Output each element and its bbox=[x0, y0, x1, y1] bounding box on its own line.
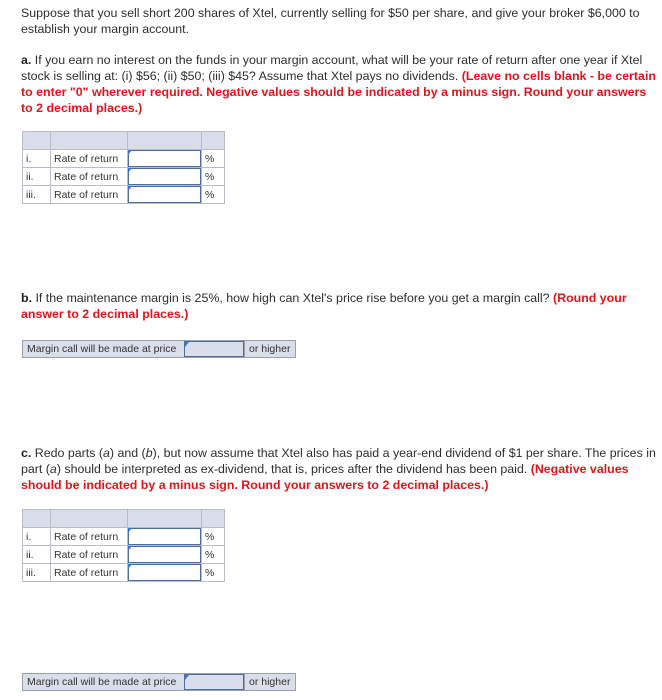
row-number: iii. bbox=[22, 185, 51, 204]
table-row: iii. Rate of return % bbox=[22, 563, 225, 582]
table-row: i. Rate of return % bbox=[22, 149, 225, 168]
dividend-rate-of-return-input-ii[interactable] bbox=[128, 546, 201, 563]
part-c-ref-a: a bbox=[49, 462, 57, 476]
part-c-return-table: i. Rate of return % ii. Rate of return %… bbox=[22, 509, 225, 582]
margin-call-label: Margin call will be made at price bbox=[27, 343, 177, 355]
row-number: i. bbox=[22, 149, 51, 168]
part-c-question: c. Redo parts (a) and (b), but now assum… bbox=[21, 445, 657, 493]
row-label: Rate of return bbox=[50, 167, 128, 186]
part-b-margin-call-row: Margin call will be made at price or hig… bbox=[22, 340, 296, 358]
unit-label: % bbox=[201, 545, 225, 564]
table-row: ii. Rate of return % bbox=[22, 167, 225, 186]
unit-label: % bbox=[201, 563, 225, 582]
part-b-lead: b. bbox=[21, 291, 33, 305]
row-number: ii. bbox=[22, 545, 51, 564]
part-b-question: b. If the maintenance margin is 25%, how… bbox=[21, 290, 657, 322]
part-c-margin-call-row: Margin call will be made at price or hig… bbox=[22, 673, 296, 691]
dividend-rate-of-return-input-iii[interactable] bbox=[128, 564, 201, 581]
part-a-return-table: i. Rate of return % ii. Rate of return %… bbox=[22, 131, 225, 204]
part-b-text: If the maintenance margin is 25%, how hi… bbox=[32, 291, 553, 305]
intro-paragraph: Suppose that you sell short 200 shares o… bbox=[21, 5, 657, 37]
part-c-lead: c. bbox=[21, 446, 32, 460]
intro-text: Suppose that you sell short 200 shares o… bbox=[21, 6, 640, 36]
rate-of-return-input-i[interactable] bbox=[128, 150, 201, 167]
dividend-margin-call-price-input[interactable] bbox=[185, 675, 243, 689]
row-number: ii. bbox=[22, 167, 51, 186]
row-label: Rate of return bbox=[50, 149, 128, 168]
row-label: Rate of return bbox=[50, 545, 128, 564]
table-row: i. Rate of return % bbox=[22, 527, 225, 546]
part-a-question: a. If you earn no interest on the funds … bbox=[21, 52, 657, 116]
table-row: ii. Rate of return % bbox=[22, 545, 225, 564]
part-c-text: ) should be interpreted as ex-dividend, … bbox=[56, 462, 531, 476]
table-header-row bbox=[22, 131, 225, 150]
unit-label: % bbox=[201, 149, 225, 168]
dividend-rate-of-return-input-i[interactable] bbox=[128, 528, 201, 545]
row-label: Rate of return bbox=[50, 563, 128, 582]
rate-of-return-input-iii[interactable] bbox=[128, 186, 201, 203]
part-c-text: Redo parts ( bbox=[31, 446, 103, 460]
unit-label: % bbox=[201, 527, 225, 546]
rate-of-return-input-ii[interactable] bbox=[128, 168, 201, 185]
unit-label: % bbox=[201, 167, 225, 186]
part-a-lead: a. bbox=[21, 53, 32, 67]
row-number: i. bbox=[22, 527, 51, 546]
margin-call-price-input[interactable] bbox=[185, 342, 243, 356]
part-c-ref-a: a bbox=[102, 446, 110, 460]
row-label: Rate of return bbox=[50, 185, 128, 204]
unit-label: % bbox=[201, 185, 225, 204]
part-c-text: ) and ( bbox=[109, 446, 146, 460]
margin-call-label: Margin call will be made at price bbox=[27, 676, 177, 688]
row-number: iii. bbox=[22, 563, 51, 582]
part-c-ref-b: b bbox=[145, 446, 153, 460]
table-row: iii. Rate of return % bbox=[22, 185, 225, 204]
row-label: Rate of return bbox=[50, 527, 128, 546]
table-header-row bbox=[22, 509, 225, 528]
margin-call-suffix: or higher bbox=[244, 674, 295, 690]
margin-call-suffix: or higher bbox=[244, 341, 295, 357]
